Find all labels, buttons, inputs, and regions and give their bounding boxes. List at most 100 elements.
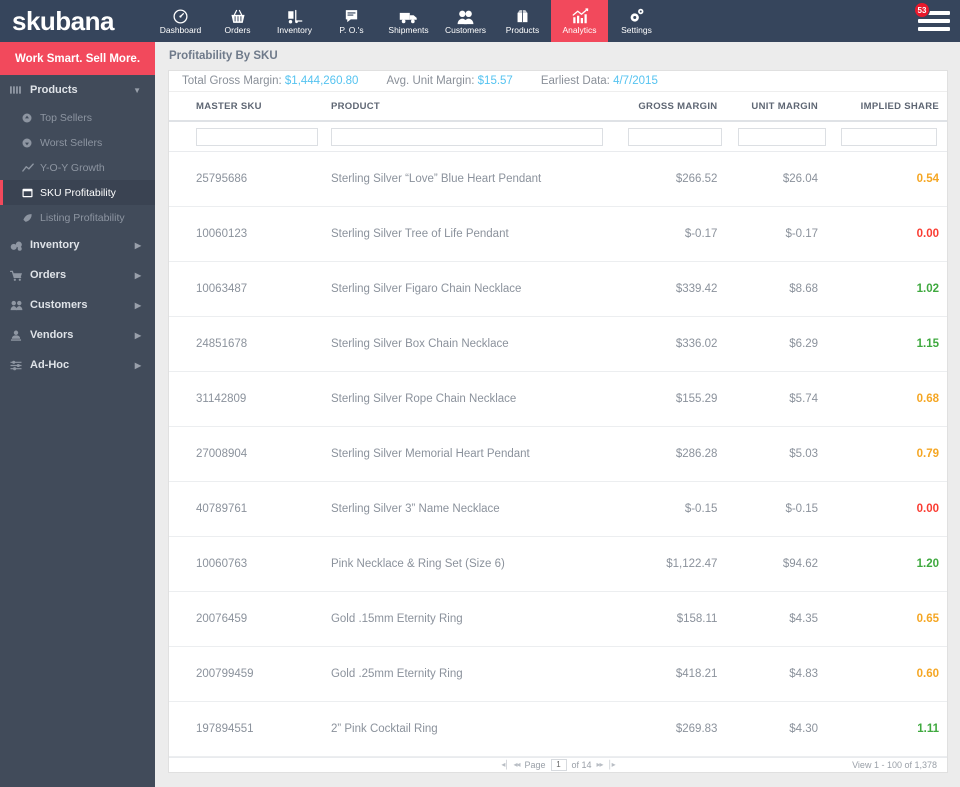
tag-icon bbox=[22, 213, 40, 223]
sidebar-item-top-sellers[interactable]: Top Sellers bbox=[0, 105, 155, 130]
sidebar-item-listing-profitability[interactable]: Listing Profitability bbox=[0, 205, 155, 230]
sidebar-group-inventory[interactable]: Inventory ▶ bbox=[0, 230, 155, 260]
nav-item-customers[interactable]: Customers bbox=[437, 0, 494, 42]
total-gross-margin-value: $1,444,260.80 bbox=[284, 75, 359, 88]
column-header-master-sku[interactable]: MASTER SKU bbox=[169, 92, 323, 123]
chevron-down-icon: ▼ bbox=[133, 85, 141, 95]
filter-input-gross-margin[interactable] bbox=[627, 127, 722, 146]
cell-unit-margin: $6.29 bbox=[731, 316, 835, 372]
people-icon bbox=[456, 8, 475, 25]
first-page-button[interactable]: ◂│ bbox=[501, 760, 509, 769]
table-body: 25795686 Sterling Silver “Love” Blue Hear… bbox=[169, 151, 947, 757]
cell-implied-share: 0.68 bbox=[834, 371, 947, 427]
nav-item-analytics[interactable]: Analytics bbox=[551, 0, 608, 42]
skubana-analytics-page: skubana Dashboard Orders Inventory P. O.… bbox=[0, 0, 960, 787]
page-number-input[interactable] bbox=[550, 758, 567, 771]
earliest-data-stat: Earliest Data: 4/7/2015 bbox=[541, 75, 658, 87]
table-row[interactable]: 40789761 Sterling Silver 3” Name Necklace… bbox=[169, 481, 947, 537]
sidebar-item-worst-sellers[interactable]: Worst Sellers bbox=[0, 130, 155, 155]
cell-implied-share: 1.20 bbox=[834, 536, 947, 592]
cell-master-sku: 197894551 bbox=[169, 701, 323, 757]
gears-icon bbox=[628, 8, 646, 25]
boxes-icon bbox=[10, 240, 30, 251]
total-gross-margin-label: Total Gross Margin: bbox=[182, 75, 282, 88]
next-page-button[interactable]: ▸▸ bbox=[597, 760, 604, 769]
cell-product: Sterling Silver Tree of Life Pendant bbox=[322, 206, 621, 262]
cell-unit-margin: $8.68 bbox=[731, 261, 835, 317]
nav-item-orders[interactable]: Orders bbox=[209, 0, 266, 42]
cell-product: Gold .15mm Eternity Ring bbox=[322, 591, 621, 647]
nav-item-inventory[interactable]: Inventory bbox=[266, 0, 323, 42]
sidebar: Work Smart. Sell More. Products ▼ Top Se… bbox=[0, 42, 155, 787]
nav-item-shipments[interactable]: Shipments bbox=[380, 0, 437, 42]
nav-item-products[interactable]: Products bbox=[494, 0, 551, 42]
column-header-implied-share[interactable]: IMPLIED SHARE bbox=[834, 92, 947, 123]
nav-label: Analytics bbox=[562, 24, 597, 35]
filter-input-product[interactable] bbox=[330, 127, 603, 146]
table-row[interactable]: 31142809 Sterling Silver Rope Chain Neckl… bbox=[169, 371, 947, 427]
sidebar-group-orders[interactable]: Orders ▶ bbox=[0, 260, 155, 290]
notification-badge: 53 bbox=[914, 2, 930, 18]
filter-input-implied-share[interactable] bbox=[841, 127, 938, 146]
cell-master-sku: 31142809 bbox=[169, 371, 323, 427]
main-content: Profitability By SKU Total Gross Margin:… bbox=[155, 42, 960, 787]
last-page-button[interactable]: │▸ bbox=[608, 760, 616, 769]
sidebar-group-customers[interactable]: Customers ▶ bbox=[0, 290, 155, 320]
table-row[interactable]: 27008904 Sterling Silver Memorial Heart P… bbox=[169, 426, 947, 482]
sidebar-group-vendors[interactable]: Vendors ▶ bbox=[0, 320, 155, 350]
column-header-product[interactable]: PRODUCT bbox=[322, 92, 621, 123]
cell-product: Sterling Silver Rope Chain Necklace bbox=[322, 371, 621, 427]
cell-master-sku: 20076459 bbox=[169, 591, 323, 647]
nav-label: P. O.'s bbox=[339, 24, 364, 35]
table-row[interactable]: 24851678 Sterling Silver Box Chain Neckla… bbox=[169, 316, 947, 372]
chevron-right-icon: ▶ bbox=[134, 240, 141, 250]
cell-master-sku: 25795686 bbox=[169, 151, 323, 207]
cell-gross-margin: $1,122.47 bbox=[620, 536, 732, 592]
table-row[interactable]: 10060123 Sterling Silver Tree of Life Pen… bbox=[169, 206, 947, 262]
trend-line-icon bbox=[22, 162, 40, 173]
sku-profitability-card: Total Gross Margin: $1,444,260.80 Avg. U… bbox=[168, 70, 948, 773]
sidebar-group-label: Vendors bbox=[30, 329, 74, 341]
filter-input-master-sku[interactable] bbox=[196, 127, 318, 146]
page-total-label: of 14 bbox=[571, 759, 592, 770]
sidebar-group-ad-hoc[interactable]: Ad-Hoc ▶ bbox=[0, 350, 155, 380]
truck-icon bbox=[399, 8, 419, 25]
cell-unit-margin: $4.30 bbox=[731, 701, 835, 757]
filter-input-unit-margin[interactable] bbox=[738, 127, 827, 146]
table-row[interactable]: 10063487 Sterling Silver Figaro Chain Nec… bbox=[169, 261, 947, 317]
earliest-data-value: 4/7/2015 bbox=[613, 75, 658, 88]
table-row[interactable]: 20076459 Gold .15mm Eternity Ring $158.11 $… bbox=[169, 591, 947, 647]
previous-page-button[interactable]: ◂◂ bbox=[513, 760, 520, 769]
main-menu-button[interactable]: 53 bbox=[914, 0, 950, 42]
cell-gross-margin: $339.42 bbox=[620, 261, 732, 317]
nav-item-settings[interactable]: Settings bbox=[608, 0, 665, 42]
table-row[interactable]: 200799459 Gold .25mm Eternity Ring $418.21… bbox=[169, 646, 947, 702]
nav-label: Shipments bbox=[388, 24, 429, 35]
pagination-bar: ◂│ ◂◂ Page of 14 ▸▸ │▸ View 1 - 100 of 1… bbox=[169, 756, 947, 772]
forklift-icon bbox=[286, 8, 304, 25]
cell-gross-margin: $269.83 bbox=[620, 701, 732, 757]
table-row[interactable]: 25795686 Sterling Silver “Love” Blue Hear… bbox=[169, 151, 947, 207]
sidebar-item-sku-profitability[interactable]: SKU Profitability bbox=[0, 180, 155, 205]
sidebar-item-yoy-growth[interactable]: Y-O-Y Growth bbox=[0, 155, 155, 180]
nav-label: Customers bbox=[444, 24, 487, 35]
record-range-label: View 1 - 100 of 1,378 bbox=[852, 759, 937, 770]
pagination-controls: ◂│ ◂◂ Page of 14 ▸▸ │▸ bbox=[169, 758, 947, 771]
column-header-gross-margin[interactable]: GROSS MARGIN bbox=[620, 92, 732, 123]
sidebar-group-products[interactable]: Products ▼ bbox=[0, 75, 155, 105]
cell-master-sku: 24851678 bbox=[169, 316, 323, 372]
cell-gross-margin: $158.11 bbox=[620, 591, 732, 647]
table-row[interactable]: 197894551 2” Pink Cocktail Ring $269.83 $4.… bbox=[169, 701, 947, 757]
skubana-logo[interactable]: skubana bbox=[0, 0, 152, 42]
nav-item-purchase-orders[interactable]: P. O.'s bbox=[323, 0, 380, 42]
cell-product: Sterling Silver Memorial Heart Pendant bbox=[322, 426, 621, 482]
sidebar-item-label: SKU Profitability bbox=[40, 186, 116, 199]
cell-master-sku: 27008904 bbox=[169, 426, 323, 482]
table-row[interactable]: 10060763 Pink Necklace & Ring Set (Size 6… bbox=[169, 536, 947, 592]
nav-item-dashboard[interactable]: Dashboard bbox=[152, 0, 209, 42]
cell-gross-margin: $286.28 bbox=[620, 426, 732, 482]
sidebar-group-label: Orders bbox=[30, 269, 67, 281]
cell-master-sku: 200799459 bbox=[169, 646, 323, 702]
column-header-unit-margin[interactable]: UNIT MARGIN bbox=[731, 92, 835, 123]
sidebar-group-label: Inventory bbox=[30, 239, 80, 251]
